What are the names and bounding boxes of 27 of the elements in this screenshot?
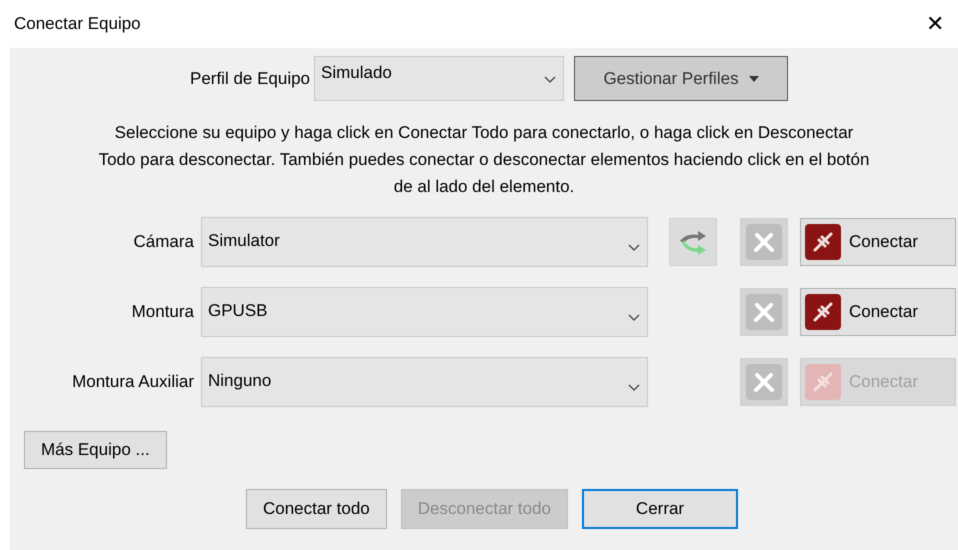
plug-icon xyxy=(805,294,841,330)
more-equipment-button[interactable]: Más Equipo ... xyxy=(24,431,167,469)
profile-dropdown[interactable]: Simulado xyxy=(314,56,564,101)
close-button[interactable]: ✕ xyxy=(920,13,950,35)
device-dropdown[interactable]: GPUSB xyxy=(201,287,648,337)
field-label: Montura xyxy=(130,301,194,324)
connect-button[interactable]: Conectar xyxy=(800,288,956,336)
chevron-icon xyxy=(627,312,641,322)
manage-profiles-button[interactable]: Gestionar Perfiles xyxy=(574,56,788,101)
instructions-text: Seleccione su equipo y haga click en Conectar Todo para conectarlo, o haga click en Desconectar Todo para desconectar. También puedes conectar o desconectar elementos haciendo click en el botón de al lado del elemento. xyxy=(98,122,870,198)
chevron-icon xyxy=(543,74,558,84)
chevron-icon xyxy=(627,382,641,392)
caret-icon xyxy=(748,76,759,82)
settings-button[interactable] xyxy=(740,288,788,336)
field-label: Cámara xyxy=(132,231,194,254)
field-label: Perfil de Equipo xyxy=(190,68,310,90)
window-title: Conectar Equipo xyxy=(14,13,141,36)
swap-button[interactable] xyxy=(669,218,717,266)
connect-button[interactable]: Conectar xyxy=(800,218,956,266)
plug-icon xyxy=(805,224,841,260)
dialog-button[interactable]: Cerrar xyxy=(582,489,738,529)
chevron-icon xyxy=(627,242,641,252)
field-label: Montura Auxiliar xyxy=(71,371,194,394)
dialog-button[interactable]: Conectar todo xyxy=(246,489,387,529)
device-dropdown[interactable]: Simulator xyxy=(201,217,648,267)
plug-icon xyxy=(805,364,841,400)
settings-button[interactable] xyxy=(740,218,788,266)
